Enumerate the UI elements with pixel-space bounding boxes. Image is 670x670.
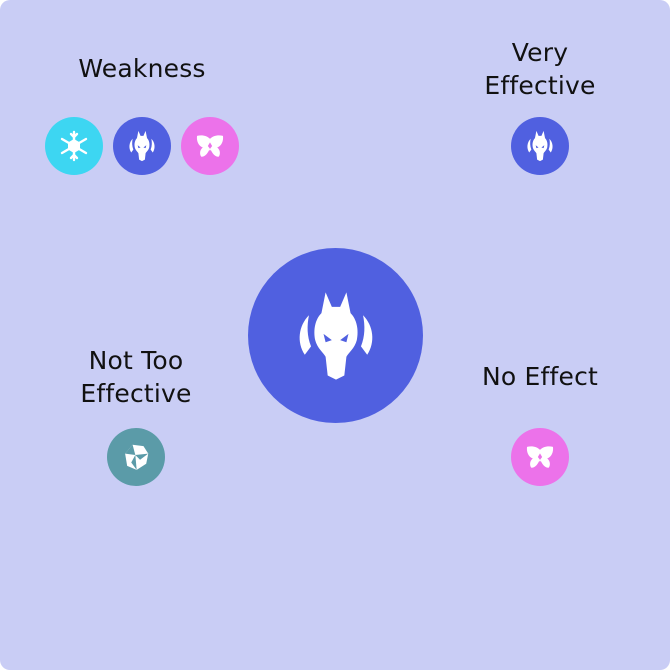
not-too-effective-title: Not Too Effective <box>80 346 192 408</box>
very-effective-dragon-type[interactable] <box>511 117 569 175</box>
no-effect-title: No Effect <box>481 362 599 391</box>
weakness-dragon-type[interactable] <box>113 117 171 175</box>
fairy-icon <box>526 446 554 468</box>
dragon-icon <box>129 130 155 162</box>
main-dragon-type <box>248 248 423 423</box>
dragon-icon <box>299 291 372 380</box>
weakness-fairy-type[interactable] <box>181 117 239 175</box>
rock-icon <box>125 444 149 470</box>
weakness-ice-type[interactable] <box>45 117 103 175</box>
not-too-effective-rock-type[interactable] <box>107 428 165 486</box>
very-effective-title: Very Effective <box>484 38 596 100</box>
ice-icon <box>60 130 88 162</box>
fairy-icon <box>196 135 224 157</box>
dragon-icon <box>527 130 553 162</box>
no-effect-fairy-type[interactable] <box>511 428 569 486</box>
type-effectiveness-card: Weakness Very Effective Not Too Effectiv… <box>0 0 670 670</box>
weakness-title: Weakness <box>78 54 206 83</box>
